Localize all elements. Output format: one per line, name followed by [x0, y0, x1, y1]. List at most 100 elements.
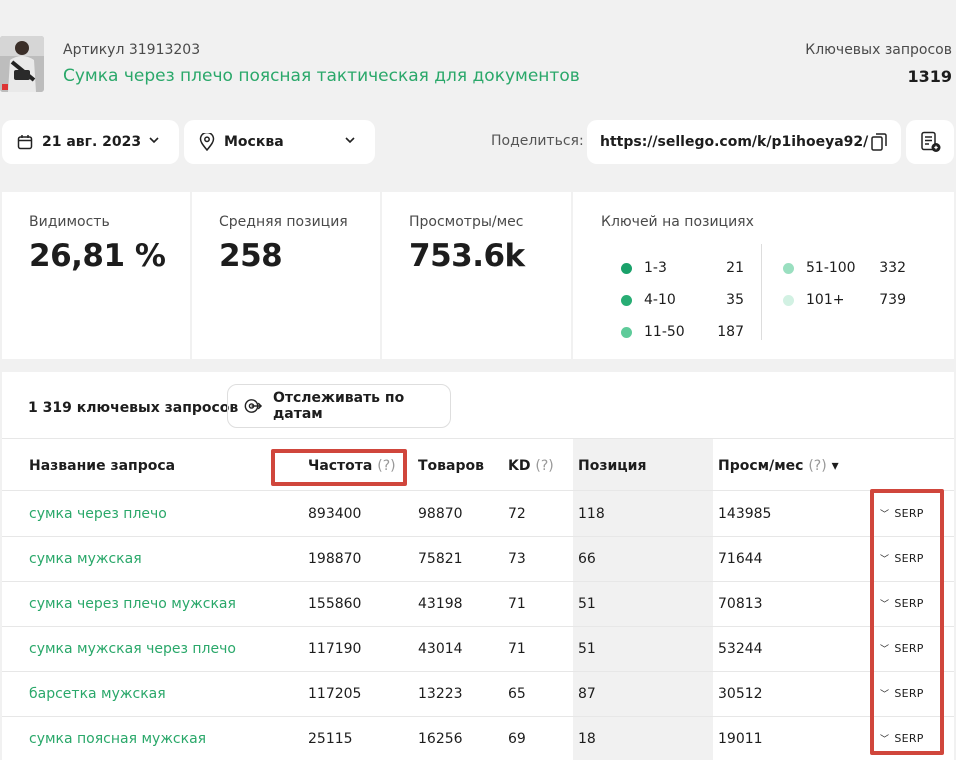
chevron-down-icon: ﹀: [880, 690, 890, 700]
chevron-down-icon: ﹀: [880, 645, 890, 655]
frequency-cell: 198870: [308, 551, 362, 567]
document-export-icon: [921, 131, 941, 152]
views-value: 753.6k: [409, 238, 525, 274]
legend-range: 51-100: [806, 260, 856, 276]
location-pin-icon: [199, 133, 215, 151]
serp-button[interactable]: ﹀ SERP: [880, 642, 924, 655]
position-cell: 51: [578, 596, 596, 612]
positions-legend-left: 1-3 21 4-10 35 11-50 187: [621, 252, 744, 348]
keyword-link[interactable]: сумка через плечо мужская: [29, 596, 236, 612]
keyword-link[interactable]: сумка поясная мужская: [29, 731, 206, 747]
city-select[interactable]: Москва: [184, 120, 375, 164]
stats-row: Видимость 26,81 % Средняя позиция 258 Пр…: [2, 192, 954, 359]
header-position[interactable]: Позиция: [578, 458, 646, 474]
serp-button[interactable]: ﹀ SERP: [880, 597, 924, 610]
position-cell: 51: [578, 641, 596, 657]
table-row: сумка мужская через плечо 117190 43014 7…: [2, 627, 954, 672]
header-frequency[interactable]: Частота (?): [308, 458, 396, 474]
chevron-down-icon: [149, 137, 159, 144]
keywords-table-panel: 1 319 ключевых запросов Отслеживать по д…: [2, 372, 954, 760]
frequency-cell: 117205: [308, 686, 362, 702]
copy-icon[interactable]: [871, 132, 887, 152]
legend-count: 332: [879, 260, 906, 276]
views-cell: 30512: [718, 686, 763, 702]
views-card: Просмотры/мес 753.6k: [382, 192, 571, 359]
header-views[interactable]: Просм/мес (?) ▾: [718, 458, 839, 474]
frequency-cell: 25115: [308, 731, 353, 747]
help-icon[interactable]: (?): [377, 458, 395, 474]
serp-label: SERP: [894, 507, 924, 520]
keywords-total: 1 319 ключевых запросов: [28, 400, 239, 416]
goods-cell: 43014: [418, 641, 463, 657]
keyword-link[interactable]: сумка через плечо: [29, 506, 167, 522]
table-row: барсетка мужская 117205 13223 65 87 3051…: [2, 672, 954, 717]
frequency-cell: 117190: [308, 641, 362, 657]
serp-button[interactable]: ﹀ SERP: [880, 687, 924, 700]
position-cell: 87: [578, 686, 596, 702]
serp-button[interactable]: ﹀ SERP: [880, 507, 924, 520]
keyword-link[interactable]: барсетка мужская: [29, 686, 166, 702]
product-thumbnail[interactable]: [0, 36, 44, 92]
views-cell: 53244: [718, 641, 763, 657]
legend-item: 101+ 739: [783, 284, 906, 316]
chevron-down-icon: ﹀: [880, 555, 890, 565]
serp-button[interactable]: ﹀ SERP: [880, 552, 924, 565]
kd-cell: 65: [508, 686, 526, 702]
avg-position-card: Средняя позиция 258: [192, 192, 380, 359]
avg-position-label: Средняя позиция: [219, 214, 348, 230]
keyword-link[interactable]: сумка мужская через плечо: [29, 641, 236, 657]
share-link-field[interactable]: https://sellego.com/k/p1ihoeya92/: [587, 120, 901, 164]
position-cell: 66: [578, 551, 596, 567]
header-kd-label: KD: [508, 458, 531, 474]
serp-label: SERP: [894, 642, 924, 655]
article-number: Артикул 31913203: [63, 42, 201, 58]
positions-card: Ключей на позициях 1-3 21 4-10 35 11-50 …: [573, 192, 954, 359]
position-cell: 18: [578, 731, 596, 747]
table-row: сумка через плечо мужская 155860 43198 7…: [2, 582, 954, 627]
legend-range: 101+: [806, 292, 845, 308]
header-name[interactable]: Название запроса: [29, 458, 175, 474]
header-frequency-label: Частота: [308, 458, 373, 474]
legend-dot: [621, 262, 632, 274]
kd-cell: 69: [508, 731, 526, 747]
views-cell: 70813: [718, 596, 763, 612]
help-icon[interactable]: (?): [535, 458, 553, 474]
frequency-cell: 893400: [308, 506, 362, 522]
header-kd[interactable]: KD (?): [508, 458, 554, 474]
calendar-icon: [17, 135, 33, 150]
legend-count: 21: [726, 260, 744, 276]
date-select[interactable]: 21 авг. 2023: [2, 120, 179, 164]
serp-label: SERP: [894, 552, 924, 565]
goods-cell: 16256: [418, 731, 463, 747]
date-value: 21 авг. 2023: [42, 134, 142, 150]
goods-cell: 98870: [418, 506, 463, 522]
visibility-label: Видимость: [29, 214, 110, 230]
sort-desc-icon[interactable]: ▾: [832, 458, 839, 474]
header-goods[interactable]: Товаров: [418, 458, 484, 474]
export-button[interactable]: [906, 120, 954, 164]
product-title[interactable]: Сумка через плечо поясная тактическая дл…: [63, 66, 580, 86]
goods-cell: 75821: [418, 551, 463, 567]
legend-dot: [783, 262, 794, 274]
table-row: сумка поясная мужская 25115 16256 69 18 …: [2, 717, 954, 760]
legend-count: 187: [717, 324, 744, 340]
position-cell: 118: [578, 506, 605, 522]
keyword-link[interactable]: сумка мужская: [29, 551, 142, 567]
positions-label: Ключей на позициях: [601, 214, 754, 230]
avg-position-value: 258: [219, 238, 283, 274]
track-by-dates-button[interactable]: Отслеживать по датам: [227, 384, 451, 428]
legend-item: 4-10 35: [621, 284, 744, 316]
legend-range: 11-50: [644, 324, 685, 340]
legend-item: 1-3 21: [621, 252, 744, 284]
views-label: Просмотры/мес: [409, 214, 524, 230]
help-icon[interactable]: (?): [808, 458, 826, 474]
header-views-label: Просм/мес: [718, 458, 804, 474]
legend-dot: [621, 326, 632, 338]
views-cell: 19011: [718, 731, 763, 747]
kd-cell: 73: [508, 551, 526, 567]
serp-button[interactable]: ﹀ SERP: [880, 732, 924, 745]
table-toolbar: 1 319 ключевых запросов Отслеживать по д…: [2, 372, 954, 439]
visibility-card: Видимость 26,81 %: [2, 192, 190, 359]
kd-cell: 72: [508, 506, 526, 522]
legend-item: 51-100 332: [783, 252, 906, 284]
